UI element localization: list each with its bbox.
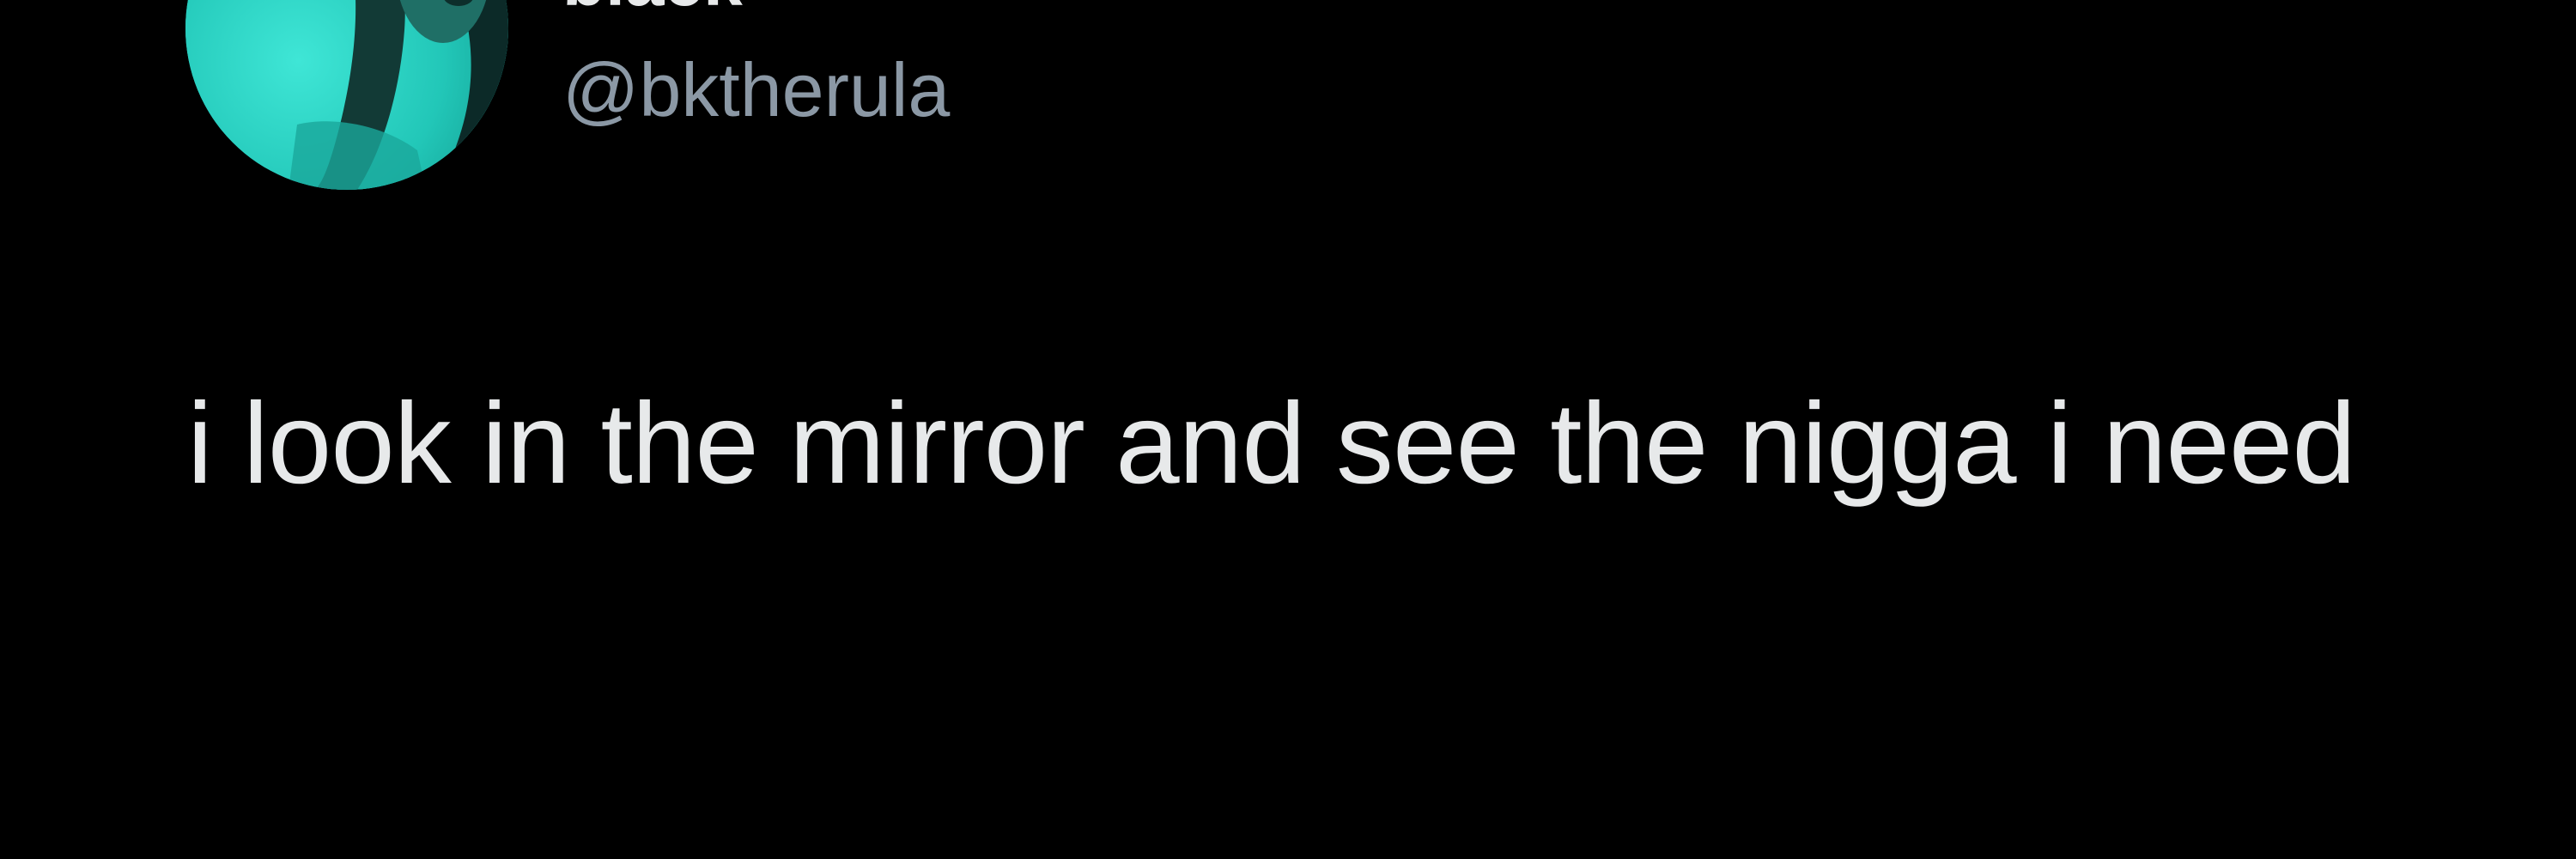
user-handle[interactable]: @bktherula (562, 45, 950, 136)
avatar[interactable] (185, 0, 508, 190)
tweet-text: i look in the mirror and see the nigga i… (187, 380, 2356, 508)
display-name[interactable]: black (562, 0, 743, 17)
avatar-photo (185, 0, 508, 190)
tweet-card: black @bktherula i look in the mirror an… (0, 0, 2576, 859)
